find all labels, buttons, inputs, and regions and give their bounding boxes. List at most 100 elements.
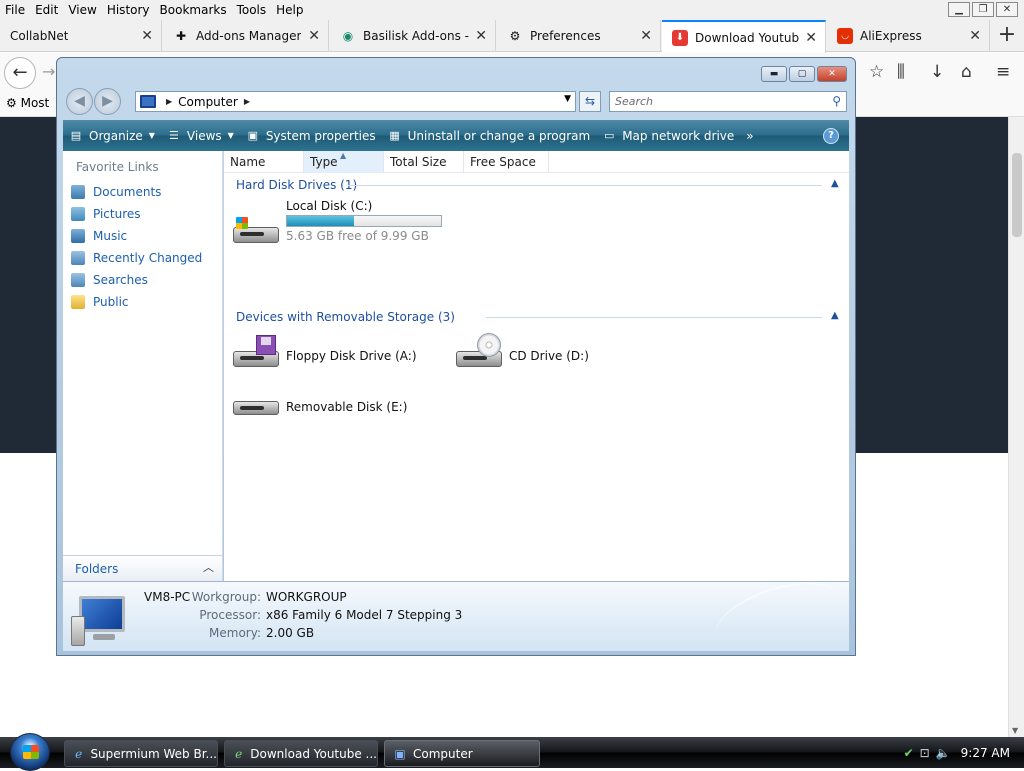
tab-collabnet[interactable]: CollabNet ✕ bbox=[0, 20, 162, 52]
maximize-icon[interactable]: ▢ bbox=[789, 66, 815, 82]
back-button[interactable]: ← bbox=[4, 57, 36, 89]
most-visited-bookmark[interactable]: ⚙ Most bbox=[6, 96, 49, 110]
tab-addons-manager[interactable]: ✚ Add-ons Manager ✕ bbox=[163, 20, 329, 52]
close-icon[interactable]: ✕ bbox=[817, 66, 847, 82]
tab-basilisk-addons[interactable]: ◉ Basilisk Add-ons - ✕ bbox=[330, 20, 496, 52]
favorite-link-recently-changed[interactable]: Recently Changed bbox=[71, 247, 202, 269]
taskbar-computer[interactable]: ▣ Computer bbox=[384, 740, 540, 767]
more-commands-icon[interactable]: » bbox=[740, 129, 759, 143]
drive-removable-e[interactable]: Removable Disk (E:) bbox=[232, 385, 407, 425]
tab-close-icon[interactable]: ✕ bbox=[640, 28, 652, 44]
column-header-free-space[interactable]: Free Space bbox=[464, 151, 549, 173]
programs-icon: ▦ bbox=[389, 129, 400, 142]
volume-muted-icon[interactable]: 🔈 bbox=[936, 746, 951, 760]
taskbar-supermium[interactable]: ℯ Supermium Web Br... bbox=[64, 740, 218, 767]
tab-close-icon[interactable]: ✕ bbox=[475, 28, 487, 44]
menu-bookmarks[interactable]: Bookmarks bbox=[155, 3, 232, 17]
favorite-link-label: Public bbox=[93, 295, 129, 309]
home-icon[interactable]: ⌂ bbox=[961, 62, 972, 82]
tab-close-icon[interactable]: ✕ bbox=[308, 28, 320, 44]
explorer-window-controls: ▬ ▢ ✕ bbox=[761, 66, 847, 82]
explorer-back-button[interactable]: ◀ bbox=[66, 88, 93, 115]
uninstall-program-button[interactable]: ▦ Uninstall or change a program bbox=[382, 129, 597, 143]
menu-file[interactable]: File bbox=[0, 3, 30, 17]
library-icon[interactable]: ⫼ bbox=[897, 62, 905, 82]
drive-floppy-a[interactable]: Floppy Disk Drive (A:) bbox=[232, 333, 417, 373]
minimize-icon[interactable]: ▬ bbox=[761, 66, 787, 82]
taskbar-download-youtube[interactable]: ℯ Download Youtube ... bbox=[224, 740, 378, 767]
chevron-up-icon[interactable]: ︿ bbox=[203, 559, 214, 575]
menu-help[interactable]: Help bbox=[271, 3, 308, 17]
system-properties-button[interactable]: ▣ System properties bbox=[240, 129, 382, 143]
bookmark-star-icon[interactable]: ☆ bbox=[869, 62, 884, 82]
minimize-icon[interactable]: ▁ bbox=[948, 2, 970, 17]
column-header-total-size[interactable]: Total Size bbox=[384, 151, 464, 173]
favorite-link-label: Documents bbox=[93, 185, 162, 199]
restore-icon[interactable]: ❐ bbox=[972, 2, 994, 17]
most-visited-label: Most bbox=[20, 96, 50, 110]
views-button[interactable]: ☰ Views ▼ bbox=[161, 129, 240, 143]
drive-cd-d[interactable]: CD Drive (D:) bbox=[455, 333, 589, 373]
organize-button[interactable]: ▤ Organize ▼ bbox=[63, 129, 161, 143]
menu-edit[interactable]: Edit bbox=[30, 3, 63, 17]
search-input[interactable] bbox=[610, 92, 820, 111]
forward-button[interactable]: → bbox=[42, 62, 55, 81]
close-icon[interactable]: ✕ bbox=[996, 2, 1018, 17]
menu-tools[interactable]: Tools bbox=[232, 3, 272, 17]
menu-view[interactable]: View bbox=[63, 3, 101, 17]
tab-aliexpress[interactable]: ◡ AliExpress ✕ bbox=[827, 20, 990, 52]
refresh-button[interactable]: ⇆ bbox=[579, 91, 601, 112]
drive-local-disk-c[interactable]: Local Disk (C:) 5.63 GB free of 9.99 GB bbox=[232, 199, 442, 249]
favorite-link-music[interactable]: Music bbox=[71, 225, 202, 247]
taskbar-button-label: Supermium Web Br... bbox=[90, 746, 217, 761]
favorite-link-documents[interactable]: Documents bbox=[71, 181, 202, 203]
breadcrumb-computer[interactable]: Computer bbox=[178, 95, 238, 109]
hamburger-menu-icon[interactable]: ≡ bbox=[996, 62, 1010, 82]
group-divider bbox=[348, 185, 822, 186]
tab-title: AliExpress bbox=[860, 29, 922, 43]
address-bar[interactable]: ▶ Computer ▶ ▼ bbox=[135, 91, 576, 112]
tab-close-icon[interactable]: ✕ bbox=[805, 30, 817, 46]
breadcrumb-arrow-icon[interactable]: ▶ bbox=[166, 97, 172, 106]
map-network-drive-button[interactable]: ▭ Map network drive bbox=[596, 129, 740, 143]
column-header-type[interactable]: ▲ Type bbox=[304, 151, 384, 173]
hard-disk-icon bbox=[232, 209, 280, 249]
views-label: Views bbox=[186, 128, 222, 143]
collapse-group-icon[interactable]: ▲ bbox=[831, 310, 839, 321]
column-header-name[interactable]: Name bbox=[224, 151, 304, 173]
system-properties-icon: ▣ bbox=[247, 129, 259, 142]
scroll-down-arrow-icon[interactable]: ▼ bbox=[1012, 726, 1018, 735]
tab-title: Download Youtube bbox=[695, 30, 799, 45]
tab-close-icon[interactable]: ✕ bbox=[141, 28, 153, 44]
menu-bar: File Edit View History Bookmarks Tools H… bbox=[0, 0, 1024, 20]
search-icon[interactable]: ⚲ bbox=[832, 94, 841, 108]
collapse-group-icon[interactable]: ▲ bbox=[831, 178, 839, 189]
breadcrumb-arrow-icon[interactable]: ▶ bbox=[244, 97, 250, 106]
start-button[interactable] bbox=[10, 733, 50, 771]
clock[interactable]: 9:27 AM bbox=[961, 746, 1010, 760]
command-bar: ▤ Organize ▼ ☰ Views ▼ ▣ System properti… bbox=[63, 120, 849, 151]
folders-bar[interactable]: Folders ︿ bbox=[63, 555, 223, 581]
group-header-removable-storage[interactable]: Devices with Removable Storage (3) bbox=[236, 310, 455, 324]
favorite-link-public[interactable]: Public bbox=[71, 291, 202, 313]
menu-history[interactable]: History bbox=[102, 3, 155, 17]
tab-download-youtube[interactable]: ⬇ Download Youtube ✕ bbox=[662, 20, 826, 53]
taskbar-button-label: Download Youtube ... bbox=[250, 746, 377, 761]
scrollbar-thumb[interactable] bbox=[1012, 153, 1022, 237]
downloads-icon[interactable]: ↓ bbox=[930, 62, 944, 82]
favorite-link-label: Searches bbox=[93, 273, 148, 287]
favorite-link-pictures[interactable]: Pictures bbox=[71, 203, 202, 225]
chevron-down-icon[interactable]: ▼ bbox=[564, 94, 571, 104]
puzzle-icon: ✚ bbox=[175, 29, 187, 43]
new-tab-button[interactable]: + bbox=[990, 20, 1024, 52]
explorer-forward-button[interactable]: ▶ bbox=[94, 88, 121, 115]
chevron-down-icon: ▼ bbox=[148, 131, 155, 140]
page-scrollbar[interactable]: ▼ bbox=[1008, 117, 1024, 737]
network-icon[interactable]: ⊡ bbox=[920, 746, 930, 760]
favorite-link-searches[interactable]: Searches bbox=[71, 269, 202, 291]
help-icon[interactable]: ? bbox=[823, 128, 839, 144]
tab-close-icon[interactable]: ✕ bbox=[969, 28, 981, 44]
tab-preferences[interactable]: ⚙ Preferences ✕ bbox=[497, 20, 661, 52]
security-shield-icon[interactable]: ✔ bbox=[904, 746, 914, 760]
group-header-hard-disks[interactable]: Hard Disk Drives (1) bbox=[236, 178, 357, 192]
